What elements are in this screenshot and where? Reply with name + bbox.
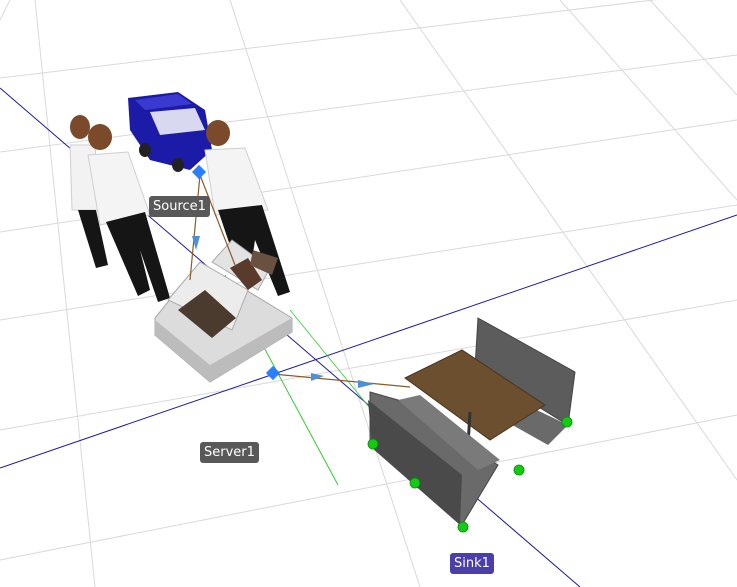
simulation-3d-viewport[interactable]: Source1 Server1 Sink1 xyxy=(0,0,737,587)
dining-booth-model[interactable] xyxy=(368,317,576,526)
server-output-node[interactable] xyxy=(265,365,281,381)
viewport-canvas[interactable] xyxy=(0,0,737,587)
vehicle-model[interactable] xyxy=(128,92,212,172)
sink-label[interactable]: Sink1 xyxy=(450,553,494,574)
floor-grid xyxy=(0,0,737,587)
source-output-node[interactable] xyxy=(191,164,207,180)
server-label[interactable]: Server1 xyxy=(200,442,259,463)
source-label[interactable]: Source1 xyxy=(149,196,210,217)
x-axis-line xyxy=(0,214,737,469)
